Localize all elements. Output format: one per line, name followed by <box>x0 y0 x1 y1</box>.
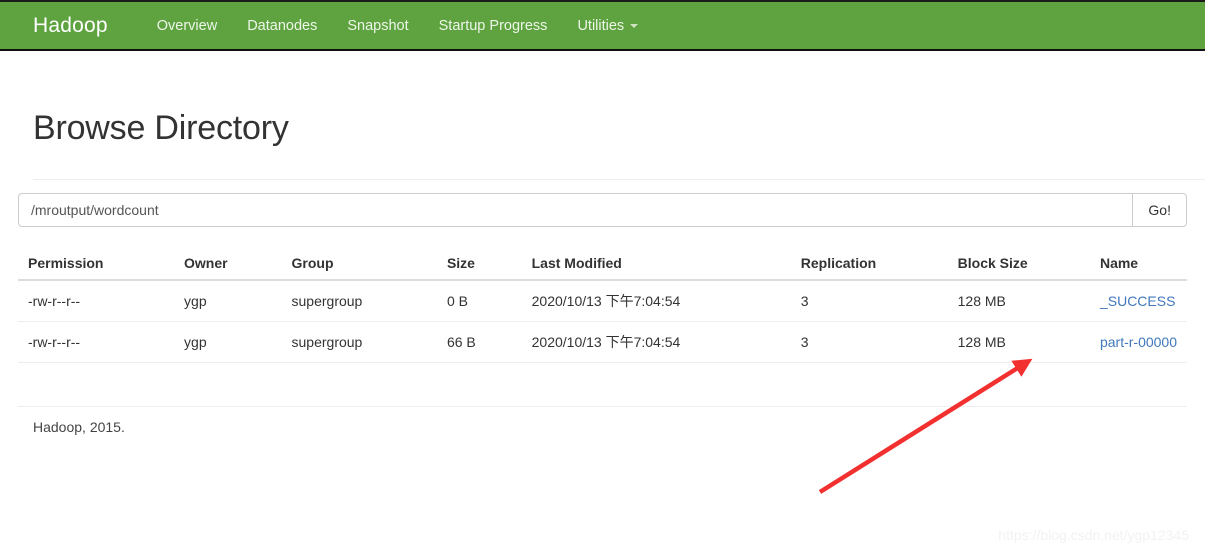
cell-owner: ygp <box>184 293 207 309</box>
annotation-arrow <box>818 358 1033 494</box>
nav-item-utilities-label: Utilities <box>577 17 625 34</box>
brand-logo[interactable]: Hadoop <box>33 14 108 38</box>
table-header: Permission Owner Group Size Last Modifie… <box>18 247 1187 281</box>
nav-item-utilities[interactable]: Utilities <box>562 2 653 49</box>
nav-item-datanodes-label: Datanodes <box>247 17 318 34</box>
column-header-replication[interactable]: Replication <box>790 247 948 281</box>
top-navbar: Hadoop Overview Datanodes Snapshot Start… <box>0 0 1205 51</box>
cell-group: supergroup <box>281 321 437 363</box>
cell-name: _SUCCESS <box>1090 280 1187 322</box>
file-link-success[interactable]: _SUCCESS <box>1100 293 1175 309</box>
column-header-permission[interactable]: Permission <box>18 247 175 281</box>
nav-item-snapshot[interactable]: Snapshot <box>332 2 423 49</box>
cell-owner: ygp <box>174 321 282 363</box>
nav-item-datanodes[interactable]: Datanodes <box>232 2 332 49</box>
table-row: -rw-r--r-- ygp supergroup 0 B 2020/10/13… <box>18 280 1187 322</box>
cell-last-modified: 2020/10/13 下午7:04:54 <box>521 321 791 363</box>
cell-block-size: 128 MB <box>947 321 1090 363</box>
column-header-last-modified[interactable]: Last Modified <box>521 247 791 281</box>
divider-under-title <box>33 179 1205 180</box>
path-input[interactable] <box>18 193 1133 227</box>
table-body: -rw-r--r-- ygp supergroup 0 B 2020/10/13… <box>18 280 1187 363</box>
cell-size: 0 B <box>446 293 468 309</box>
nav-item-snapshot-label: Snapshot <box>347 17 409 34</box>
column-header-name[interactable]: Name <box>1089 247 1187 281</box>
nav-item-startup-progress[interactable]: Startup Progress <box>424 2 563 49</box>
table-row: -rw-r--r-- ygp supergroup 66 B 2020/10/1… <box>18 321 1187 363</box>
cell-permission: -rw-r--r-- <box>18 321 175 363</box>
page-title: Browse Directory <box>33 109 289 147</box>
nav-item-overview-label: Overview <box>156 17 218 34</box>
directory-listing-table: Permission Owner Group Size Last Modifie… <box>18 247 1187 363</box>
cell-name: part-r-00000 <box>1089 321 1187 363</box>
cell-size: 66 B <box>436 321 522 363</box>
column-header-size[interactable]: Size <box>436 247 522 281</box>
watermark: https://blog.csdn.net/ygp12345 <box>998 527 1189 543</box>
footer-text: Hadoop, 2015. <box>33 419 125 435</box>
cell-replication: 3 <box>790 321 948 363</box>
column-header-block-size[interactable]: Block Size <box>947 247 1090 281</box>
path-input-group: Go! <box>18 193 1187 227</box>
file-link-part-r-00000[interactable]: part-r-00000 <box>1100 334 1177 350</box>
go-button[interactable]: Go! <box>1132 193 1187 227</box>
divider-above-footer <box>18 406 1187 407</box>
column-header-group[interactable]: Group <box>281 247 437 281</box>
cell-replication: 3 <box>800 293 809 309</box>
cell-group: supergroup <box>291 293 363 309</box>
nav-item-overview[interactable]: Overview <box>142 2 232 49</box>
table-header-row: Permission Owner Group Size Last Modifie… <box>18 247 1187 281</box>
cell-permission: -rw-r--r-- <box>28 293 81 309</box>
nav-item-startup-progress-label: Startup Progress <box>438 17 548 34</box>
cell-last-modified: 2020/10/13 下午7:04:54 <box>531 293 681 309</box>
chevron-down-icon <box>630 23 639 28</box>
cell-block-size: 128 MB <box>957 293 1006 309</box>
nav-links: Overview Datanodes Snapshot Startup Prog… <box>142 2 653 49</box>
column-header-owner[interactable]: Owner <box>174 247 282 281</box>
